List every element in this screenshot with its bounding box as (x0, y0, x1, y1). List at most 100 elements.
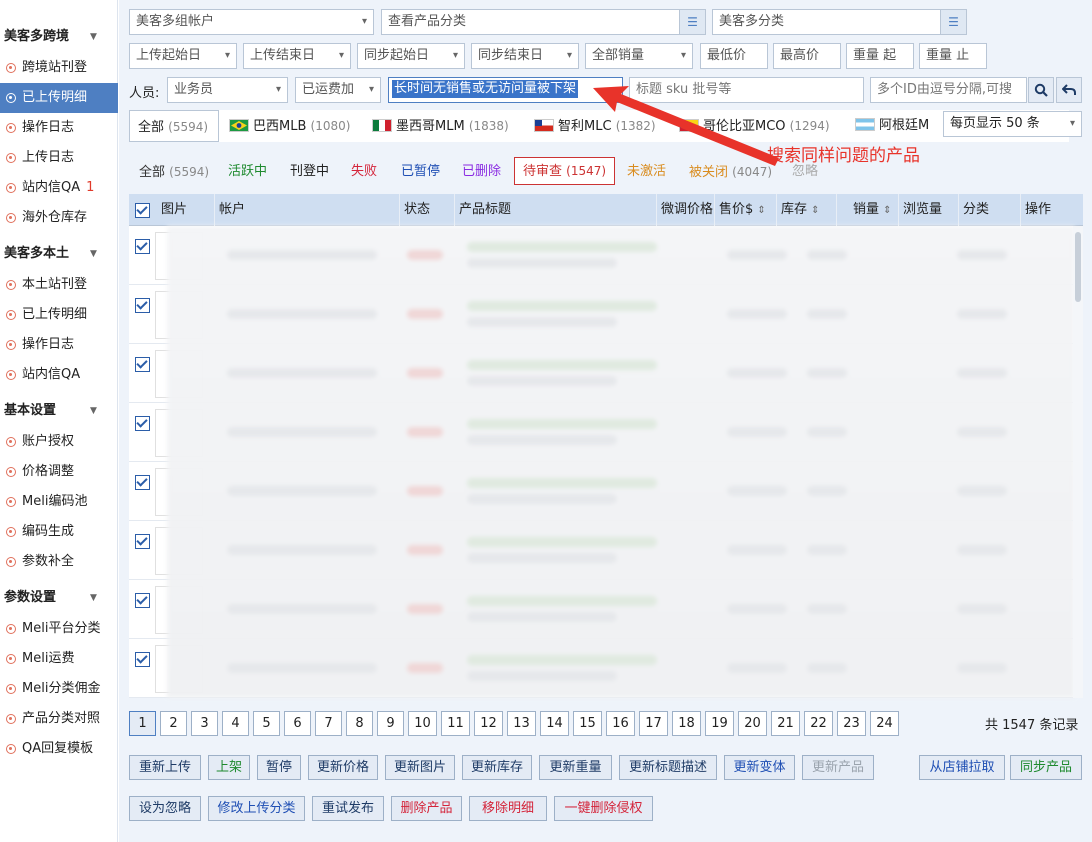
row-checkbox[interactable] (135, 298, 150, 313)
page-button[interactable]: 3 (191, 711, 218, 736)
sidebar-item[interactable]: Meli分类佣金 (0, 674, 118, 704)
sidebar-item[interactable]: 本土站刊登 (0, 270, 118, 300)
action-button[interactable]: 删除产品 (391, 796, 462, 821)
country-tab-argentina[interactable]: 阿根廷M (855, 110, 929, 142)
action-button[interactable]: 一键删除侵权 (554, 796, 653, 821)
page-button[interactable]: 19 (705, 711, 734, 736)
sort-icon[interactable]: ⇕ (883, 205, 891, 216)
min-price-input[interactable]: 最低价 (700, 43, 768, 69)
page-button[interactable]: 24 (870, 711, 899, 736)
col-adjust-price[interactable]: 微调价格 (657, 194, 715, 226)
page-button[interactable]: 20 (738, 711, 767, 736)
chevron-down-icon[interactable]: ▼ (90, 22, 97, 52)
action-button[interactable]: 从店铺拉取 (919, 755, 1005, 780)
action-button[interactable]: 同步产品 (1010, 755, 1082, 780)
page-button[interactable]: 14 (540, 711, 569, 736)
list-icon[interactable]: ☰ (940, 10, 966, 34)
upload-start-date[interactable]: 上传起始日 (129, 43, 237, 69)
sidebar-section-title[interactable]: 美客多跨境 ▼ (0, 22, 118, 52)
action-button[interactable]: 重新上传 (129, 755, 201, 780)
search-icon[interactable] (1028, 77, 1054, 103)
ids-input[interactable]: 多个ID由逗号分隔,可搜 (870, 77, 1027, 103)
page-button[interactable]: 12 (474, 711, 503, 736)
status-tab-under-review[interactable]: 待审查 (1547) (514, 157, 616, 185)
country-tab-mexico[interactable]: 墨西哥MLM (1838) (372, 110, 509, 142)
status-tab-paused[interactable]: 已暂停 (401, 156, 440, 188)
action-button[interactable]: 更新产品 (802, 755, 874, 780)
table-scrollbar[interactable] (1073, 226, 1083, 698)
sort-icon[interactable]: ⇕ (757, 205, 765, 216)
status-tab-closed[interactable]: 被关闭 (4047) (689, 156, 772, 188)
chevron-down-icon[interactable]: ▼ (90, 583, 97, 613)
action-button[interactable]: 设为忽略 (129, 796, 201, 821)
row-checkbox[interactable] (135, 593, 150, 608)
list-icon[interactable]: ☰ (679, 10, 705, 34)
page-button[interactable]: 6 (284, 711, 311, 736)
sidebar-item[interactable]: 产品分类对照 (0, 704, 118, 734)
problem-search-input[interactable]: 长时间无销售或无访问量被下架 (388, 77, 623, 103)
meli-category-field[interactable]: 美客多分类 ☰ (712, 9, 967, 35)
scrollbar-thumb[interactable] (1075, 232, 1081, 302)
chevron-down-icon[interactable]: ▼ (90, 396, 97, 426)
country-tab-brazil[interactable]: 巴西MLB (1080) (229, 110, 350, 142)
status-tab-listing[interactable]: 刊登中 (290, 156, 329, 188)
page-button[interactable]: 2 (160, 711, 187, 736)
row-checkbox[interactable] (135, 416, 150, 431)
sidebar-item[interactable]: 操作日志 (0, 113, 118, 143)
sidebar-item[interactable]: 已上传明细 (0, 83, 118, 113)
col-price[interactable]: 售价$ ⇕ (715, 194, 777, 226)
action-button[interactable]: 暂停 (257, 755, 301, 780)
status-tab-deleted[interactable]: 已删除 (462, 156, 501, 188)
row-checkbox[interactable] (135, 357, 150, 372)
page-button[interactable]: 21 (771, 711, 800, 736)
country-tab-all[interactable]: 全部 (5594) (129, 110, 219, 142)
action-button[interactable]: 更新标题描述 (619, 755, 717, 780)
sidebar-item[interactable]: 价格调整 (0, 457, 118, 487)
sidebar-item[interactable]: Meli运费 (0, 644, 118, 674)
sidebar-item[interactable]: QA回复模板 (0, 734, 118, 764)
action-button[interactable]: 更新库存 (462, 755, 532, 780)
action-button[interactable]: 更新图片 (385, 755, 455, 780)
sync-end-date[interactable]: 同步结束日 (471, 43, 579, 69)
sidebar-item[interactable]: 参数补全 (0, 547, 118, 577)
salesman-select[interactable]: 业务员 (167, 77, 288, 103)
page-button[interactable]: 8 (346, 711, 373, 736)
status-tab-ignored[interactable]: 忽略 (792, 156, 818, 188)
action-button[interactable]: 重试发布 (312, 796, 384, 821)
page-button[interactable]: 13 (507, 711, 536, 736)
col-stock[interactable]: 库存 ⇕ (777, 194, 837, 226)
sales-select[interactable]: 全部销量 (585, 43, 693, 69)
sidebar-item[interactable]: 已上传明细 (0, 300, 118, 330)
sidebar-item[interactable]: 上传日志 (0, 143, 118, 173)
page-button[interactable]: 4 (222, 711, 249, 736)
status-tab-all[interactable]: 全部 (5594) (139, 156, 209, 188)
row-checkbox[interactable] (135, 534, 150, 549)
action-button[interactable]: 修改上传分类 (208, 796, 305, 821)
status-tab-active[interactable]: 活跃中 (228, 156, 267, 188)
action-button[interactable]: 更新价格 (308, 755, 378, 780)
upload-end-date[interactable]: 上传结束日 (243, 43, 351, 69)
max-price-input[interactable]: 最高价 (773, 43, 841, 69)
sidebar-item[interactable]: 账户授权 (0, 427, 118, 457)
weight-from-input[interactable]: 重量 起 (846, 43, 914, 69)
page-button[interactable]: 1 (129, 711, 156, 736)
per-page-select[interactable]: 每页显示 50 条 (943, 111, 1082, 137)
action-button[interactable]: 更新重量 (539, 755, 612, 780)
sidebar-item[interactable]: 操作日志 (0, 330, 118, 360)
sidebar-section-title[interactable]: 基本设置 ▼ (0, 396, 118, 426)
sidebar-item[interactable]: 站内信QA 1 (0, 173, 118, 203)
page-button[interactable]: 10 (408, 711, 437, 736)
sync-start-date[interactable]: 同步起始日 (357, 43, 465, 69)
row-checkbox[interactable] (135, 652, 150, 667)
col-views[interactable]: 浏览量 (899, 194, 959, 226)
sidebar-item[interactable]: 海外仓库存 (0, 203, 118, 233)
product-category-field[interactable]: 查看产品分类 ☰ (381, 9, 706, 35)
chevron-down-icon[interactable]: ▼ (90, 239, 97, 269)
page-button[interactable]: 11 (441, 711, 470, 736)
sidebar-item[interactable]: 编码生成 (0, 517, 118, 547)
sidebar-section-title[interactable]: 参数设置 ▼ (0, 583, 118, 613)
page-button[interactable]: 17 (639, 711, 668, 736)
page-button[interactable]: 18 (672, 711, 701, 736)
row-checkbox[interactable] (135, 475, 150, 490)
page-button[interactable]: 23 (837, 711, 866, 736)
